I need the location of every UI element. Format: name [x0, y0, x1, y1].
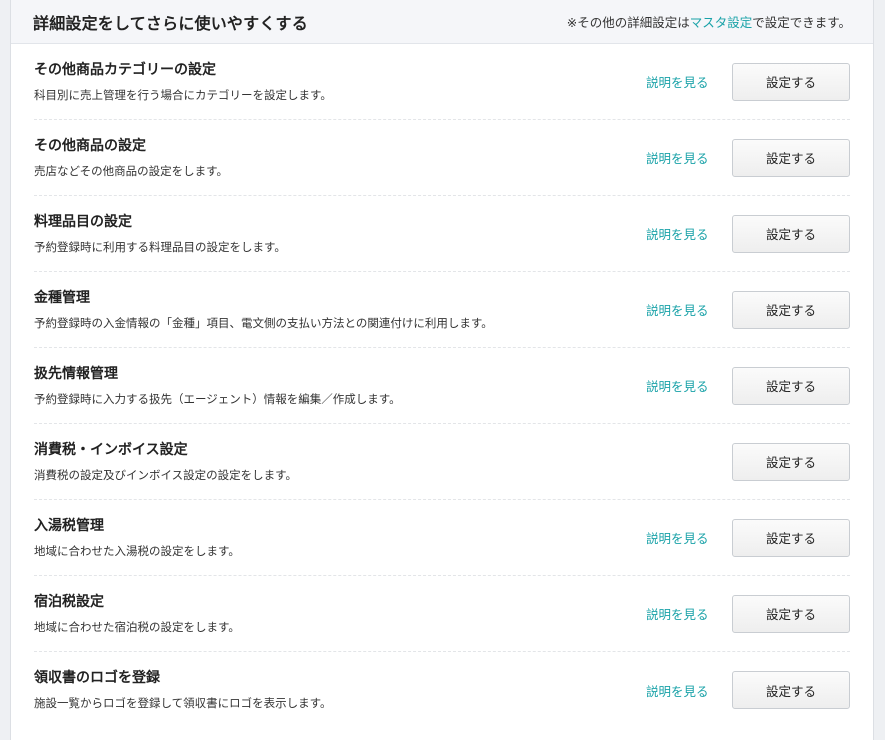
- panel-header: 詳細設定をしてさらに使いやすくする ※その他の詳細設定はマスタ設定で設定できます…: [11, 0, 873, 44]
- settings-row-description: 消費税の設定及びインボイス設定の設定をします。: [34, 467, 298, 482]
- master-settings-link[interactable]: マスタ設定: [690, 15, 753, 30]
- configure-button[interactable]: 設定する: [732, 518, 850, 557]
- note-suffix: で設定できます。: [752, 15, 851, 30]
- settings-row-title: 扱先情報管理: [34, 365, 118, 382]
- settings-row: その他商品カテゴリーの設定 科目別に売上管理を行う場合にカテゴリーを設定します。説…: [34, 44, 850, 120]
- configure-button[interactable]: 設定する: [732, 366, 850, 405]
- help-link[interactable]: 説明を見る: [646, 681, 732, 700]
- settings-row: 宿泊税設定 地域に合わせた宿泊税の設定をします。 説明を見る 設定する: [34, 576, 850, 652]
- settings-row-title: 金種管理: [34, 289, 90, 306]
- settings-row-title: 入湯税管理: [34, 517, 104, 534]
- configure-button[interactable]: 設定する: [732, 138, 850, 177]
- settings-row-description: 地域に合わせた入湯税の設定をします。: [34, 543, 240, 558]
- settings-row: その他商品の設定 売店などその他商品の設定をします。 説明を見る 設定する: [34, 120, 850, 196]
- settings-row-description: 予約登録時の入金情報の「金種」項目、電文側の支払い方法との関連付けに利用します。: [34, 315, 493, 330]
- settings-row-title: その他商品カテゴリーの設定: [34, 61, 216, 78]
- settings-row-text: 宿泊税設定地域に合わせた宿泊税の設定をします。: [34, 593, 646, 635]
- settings-row-text: 領収書のロゴを登録施設一覧からロゴを登録して領収書にロゴを表示します。: [34, 669, 646, 711]
- settings-row-text: 金種管理予約登録時の入金情報の「金種」項目、電文側の支払い方法との関連付けに利用…: [34, 289, 646, 331]
- help-link[interactable]: 説明を見る: [646, 376, 732, 395]
- settings-row: 消費税・インボイス設定消費税の設定及びインボイス設定の設定をします。 設定する: [34, 424, 850, 500]
- configure-button[interactable]: 設定する: [732, 62, 850, 101]
- settings-row: 料理品目の設定 予約登録時に利用する料理品目の設定をします。 説明を見る 設定する: [34, 196, 850, 272]
- settings-row-description: 予約登録時に入力する扱先（エージェント）情報を編集／作成します。: [34, 391, 401, 406]
- help-link[interactable]: 説明を見る: [646, 604, 732, 623]
- settings-row-title: その他商品の設定: [34, 137, 146, 154]
- settings-row-text: 消費税・インボイス設定消費税の設定及びインボイス設定の設定をします。: [34, 441, 646, 483]
- settings-row: 入湯税管理 地域に合わせた入湯税の設定をします。 説明を見る 設定する: [34, 500, 850, 576]
- settings-row: 扱先情報管理 予約登録時に入力する扱先（エージェント）情報を編集／作成します。 説明…: [34, 348, 850, 424]
- settings-row-description: 予約登録時に利用する料理品目の設定をします。: [34, 239, 286, 254]
- settings-row: 金種管理予約登録時の入金情報の「金種」項目、電文側の支払い方法との関連付けに利用…: [34, 272, 850, 348]
- settings-row-text: その他商品カテゴリーの設定科目別に売上管理を行う場合にカテゴリーを設定します。: [34, 61, 646, 103]
- settings-row-text: 扱先情報管理予約登録時に入力する扱先（エージェント）情報を編集／作成します。: [34, 365, 646, 407]
- configure-button[interactable]: 設定する: [732, 442, 850, 481]
- settings-row-description: 施設一覧からロゴを登録して領収書にロゴを表示します。: [34, 696, 332, 710]
- settings-row-title: 宿泊税設定: [34, 593, 104, 610]
- detail-settings-panel: 詳細設定をしてさらに使いやすくする ※その他の詳細設定はマスタ設定で設定できます…: [10, 0, 874, 740]
- settings-row: 領収書のロゴを登録 施設一覧からロゴを登録して領収書にロゴを表示します。 説明を見る…: [34, 652, 850, 728]
- settings-row-title: 消費税・インボイス設定: [34, 441, 188, 458]
- configure-button[interactable]: 設定する: [732, 671, 850, 709]
- configure-button[interactable]: 設定する: [732, 214, 850, 253]
- help-link[interactable]: 説明を見る: [646, 528, 732, 547]
- settings-list: その他商品カテゴリーの設定 科目別に売上管理を行う場合にカテゴリーを設定します。説…: [11, 44, 873, 728]
- panel-title: 詳細設定をしてさらに使いやすくする: [33, 13, 308, 33]
- configure-button[interactable]: 設定する: [732, 594, 850, 633]
- settings-row-text: 入湯税管理地域に合わせた入湯税の設定をします。: [34, 517, 646, 559]
- settings-row-text: 料理品目の設定予約登録時に利用する料理品目の設定をします。: [34, 213, 646, 255]
- help-link[interactable]: 説明を見る: [646, 72, 732, 91]
- settings-row-description: 科目別に売上管理を行う場合にカテゴリーを設定します。: [34, 87, 332, 102]
- configure-button[interactable]: 設定する: [732, 290, 850, 329]
- help-link[interactable]: 説明を見る: [646, 224, 732, 243]
- settings-row-description: 売店などその他商品の設定をします。: [34, 163, 229, 178]
- note-prefix: ※その他の詳細設定は: [566, 15, 690, 30]
- settings-row-text: その他商品の設定売店などその他商品の設定をします。: [34, 137, 646, 179]
- settings-row-title: 料理品目の設定: [34, 213, 132, 230]
- help-link[interactable]: 説明を見る: [646, 148, 732, 167]
- master-settings-note: ※その他の詳細設定はマスタ設定で設定できます。: [567, 12, 851, 31]
- settings-row-title: 領収書のロゴを登録: [34, 670, 160, 686]
- help-link[interactable]: 説明を見る: [646, 300, 732, 319]
- settings-row-description: 地域に合わせた宿泊税の設定をします。: [34, 619, 240, 634]
